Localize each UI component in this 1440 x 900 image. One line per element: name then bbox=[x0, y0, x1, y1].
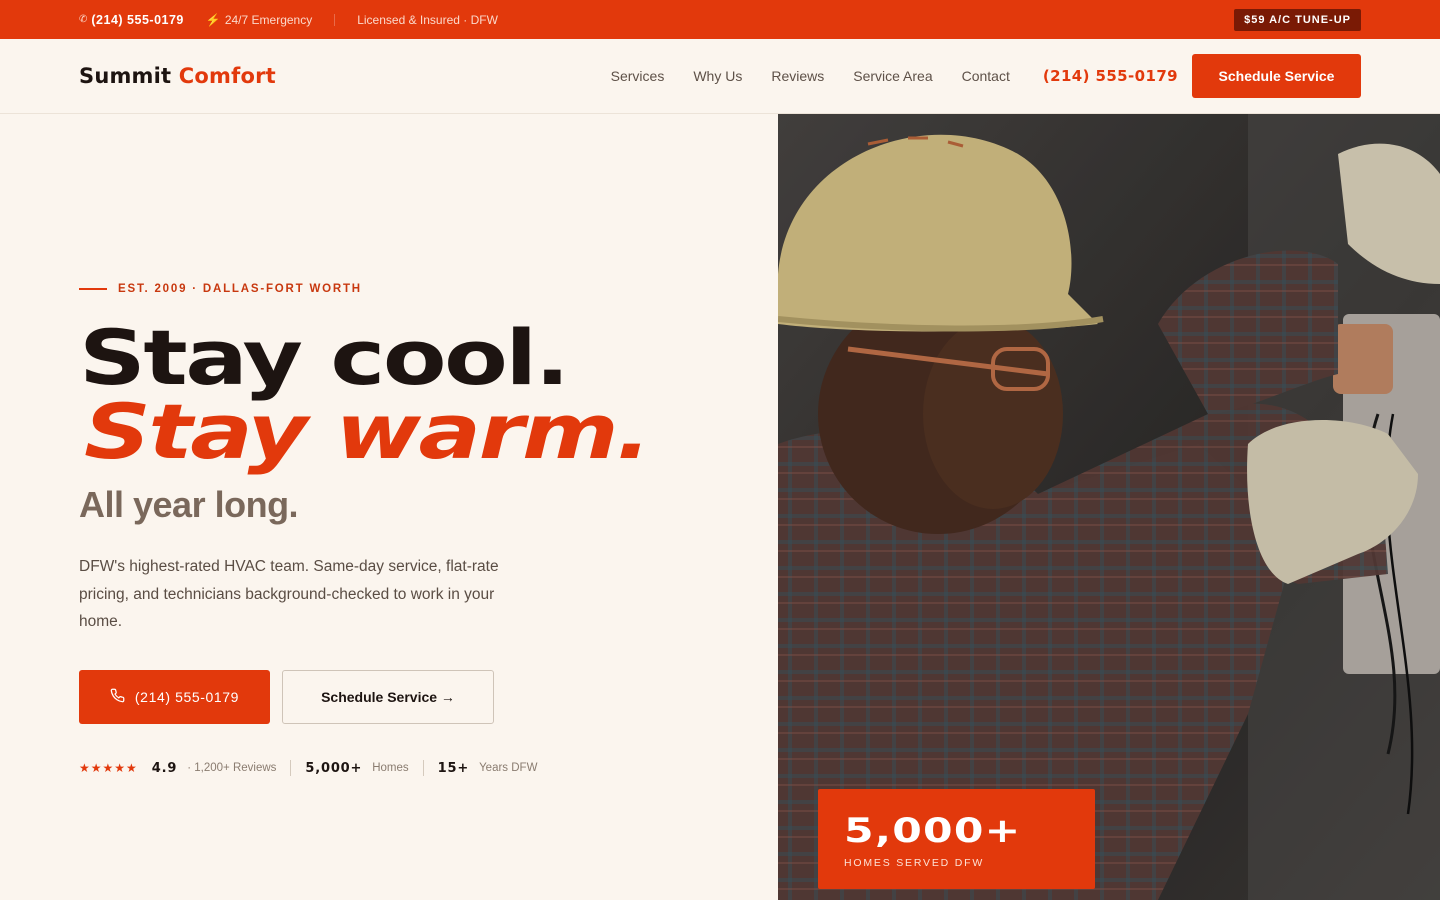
site-header: Summit Comfort Services Why Us Reviews S… bbox=[0, 39, 1440, 114]
topbar-phone[interactable]: ✆ (214) 555-0179 bbox=[79, 13, 184, 27]
reviews-count: · 1,200+ Reviews bbox=[187, 762, 277, 774]
lightning-icon: ⚡ bbox=[205, 12, 221, 27]
nav-reviews[interactable]: Reviews bbox=[771, 68, 824, 84]
header-phone-link[interactable]: (214) 555-0179 bbox=[1043, 67, 1178, 85]
headline-line-1: Stay cool. bbox=[79, 313, 570, 402]
schedule-service-secondary-button[interactable]: Schedule Service → bbox=[282, 670, 494, 724]
star-rating-icon: ★★★★★ bbox=[79, 761, 138, 775]
nav-contact[interactable]: Contact bbox=[962, 68, 1010, 84]
badge-label: HOMES SERVED DFW bbox=[844, 857, 985, 869]
main-nav: Services Why Us Reviews Service Area Con… bbox=[582, 54, 1361, 98]
hero-lead-text: DFW's highest-rated HVAC team. Same-day … bbox=[79, 558, 499, 630]
stats-divider bbox=[290, 760, 292, 776]
badge-number: 5,000+ bbox=[844, 811, 1022, 851]
topbar-divider bbox=[334, 13, 336, 26]
headline-line-3: All year long. bbox=[79, 484, 299, 525]
nav-service-area[interactable]: Service Area bbox=[853, 68, 932, 84]
call-button[interactable]: (214) 555-0179 bbox=[79, 670, 270, 724]
schedule-service-button[interactable]: Schedule Service bbox=[1192, 54, 1361, 98]
topbar-emergency: ⚡ 24/7 Emergency bbox=[205, 12, 313, 27]
nav-services[interactable]: Services bbox=[611, 68, 665, 84]
years-label: Years DFW bbox=[479, 762, 538, 774]
homes-count: 5,000+ bbox=[305, 760, 363, 776]
logo[interactable]: Summit Comfort bbox=[79, 64, 276, 88]
eyebrow-line bbox=[79, 288, 107, 290]
headline-line-2: Stay warm. bbox=[84, 387, 651, 476]
nav-why-us[interactable]: Why Us bbox=[693, 68, 742, 84]
technician-photo bbox=[778, 114, 1440, 900]
years-count: 15+ bbox=[437, 760, 470, 776]
hero-stats: ★★★★★ 4.9 · 1,200+ Reviews 5,000+ Homes … bbox=[79, 758, 551, 778]
stats-divider bbox=[422, 760, 424, 776]
topbar-licensed: Licensed & Insured · DFW bbox=[357, 12, 498, 27]
promo-badge[interactable]: $59 A/C TUNE-UP bbox=[1234, 8, 1361, 31]
homes-label: Homes bbox=[372, 762, 409, 774]
rating-value: 4.9 bbox=[151, 760, 178, 776]
homes-served-badge: 5,000+ HOMES SERVED DFW bbox=[818, 789, 1095, 889]
hero-eyebrow: EST. 2009 · DALLAS-FORT WORTH bbox=[79, 283, 362, 295]
phone-icon bbox=[110, 688, 125, 706]
top-bar: ✆ (214) 555-0179 ⚡ 24/7 Emergency Licens… bbox=[0, 0, 1440, 39]
phone-icon: ✆ bbox=[79, 14, 88, 25]
